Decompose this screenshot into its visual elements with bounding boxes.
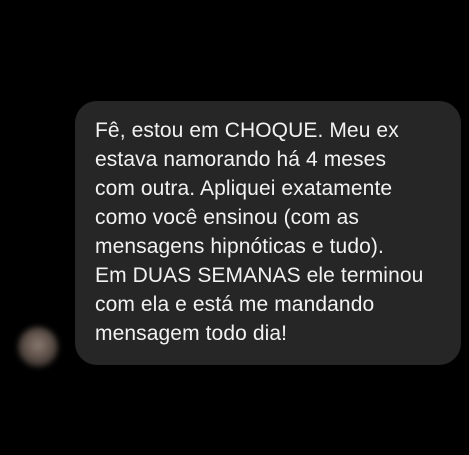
message-bubble[interactable]: Fê, estou em CHOQUE. Meu ex estava namor… [75, 101, 461, 365]
message-text-line: com ela e está me mandando [95, 293, 375, 316]
chat-thread: Fê, estou em CHOQUE. Meu ex estava namor… [0, 0, 469, 455]
message-text-line: Fê, estou em CHOQUE. Meu ex [95, 119, 399, 142]
message-text-line: Em DUAS SEMANAS ele terminou [95, 264, 424, 287]
message-text-line: como você ensinou (com as [95, 206, 359, 229]
message-text-line: mensagens hipnóticas e tudo). [95, 235, 384, 258]
sender-avatar[interactable] [18, 327, 58, 367]
message-text-line: mensagem todo dia! [95, 322, 288, 345]
message-text-line: com outra. Apliquei exatamente [95, 177, 393, 200]
message-text-line: estava namorando há 4 meses [95, 148, 387, 171]
